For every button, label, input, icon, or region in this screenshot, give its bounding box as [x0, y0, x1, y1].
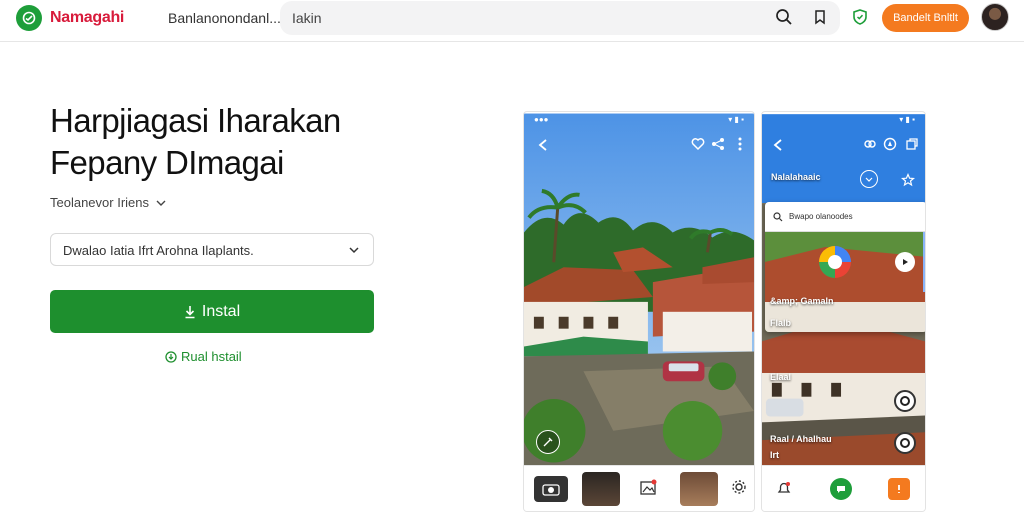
- compass-icon[interactable]: [882, 136, 898, 152]
- chevron-down-icon: [156, 200, 166, 206]
- notification-icon[interactable]: [774, 478, 794, 498]
- edit-icon[interactable]: [536, 430, 560, 454]
- circle-download-icon: [165, 350, 177, 363]
- camera-icon[interactable]: [534, 476, 568, 502]
- thumbnail-image[interactable]: [582, 472, 620, 506]
- scene-label-2: Flalb: [770, 318, 792, 328]
- settings-icon[interactable]: [730, 478, 748, 496]
- copy-icon[interactable]: [904, 136, 920, 152]
- app-header-title: Nalalahaaic: [771, 172, 821, 182]
- overlay-search-text: Bwapo olanoodes: [789, 212, 853, 221]
- top-bar: Namagahi Banlanonondanl... Iakin Bandelt…: [0, 0, 1024, 42]
- phone-bottom-nav: [524, 465, 754, 511]
- status-icons-right: ▾ ▮ ▪: [728, 115, 744, 124]
- phone-screenshot-1: ●●● ▾ ▮ ▪: [523, 111, 755, 512]
- phone-bottom-nav: [762, 465, 925, 511]
- search-input[interactable]: Iakin: [292, 10, 322, 26]
- location-icon[interactable]: [860, 170, 878, 188]
- app-logo-icon[interactable]: [16, 5, 42, 31]
- more-options-icon[interactable]: [734, 136, 746, 152]
- back-arrow-icon[interactable]: [770, 136, 786, 154]
- capture-button[interactable]: [894, 432, 916, 454]
- back-arrow-icon[interactable]: [534, 136, 552, 154]
- download-icon: [185, 305, 195, 318]
- status-icons-left: ●●●: [534, 115, 549, 124]
- chevron-down-icon: [349, 247, 359, 254]
- status-bar: ●●● ▾ ▮ ▪: [524, 112, 754, 128]
- profile-thumbnail[interactable]: [680, 472, 718, 506]
- title-line-1: Harpjiagasi Iharakan: [50, 102, 341, 139]
- scene-label-5: Irt: [770, 450, 779, 460]
- search-bar[interactable]: Iakin: [280, 1, 840, 35]
- village-photo: [524, 113, 754, 467]
- record-button[interactable]: [894, 390, 916, 412]
- nav-link[interactable]: Banlanonondanl...: [168, 10, 281, 26]
- user-avatar[interactable]: [981, 3, 1009, 31]
- bookmark-icon[interactable]: [810, 7, 830, 27]
- status-bar: ▾ ▮ ▪: [762, 112, 925, 128]
- install-button[interactable]: Instal: [50, 290, 374, 333]
- install-label: Instal: [201, 302, 241, 320]
- select-value: Dwalao Iatia Ifrt Arohna Ilaplants.: [63, 243, 254, 258]
- header-cta-button[interactable]: Bandelt Bnltlt: [882, 4, 969, 32]
- scene-label-3: Elaal: [770, 372, 792, 382]
- page-title: Harpjiagasi Iharakan Fepany DImagai: [50, 100, 341, 184]
- search-overlay-card[interactable]: Bwapo olanoodes: [765, 202, 925, 332]
- subtitle-text: Teolanevor Iriens: [50, 195, 149, 210]
- scrollbar[interactable]: [923, 232, 925, 292]
- overlay-search-field[interactable]: Bwapo olanoodes: [765, 202, 925, 232]
- search-icon[interactable]: [774, 7, 794, 27]
- alt-link-label: Rual hstail: [181, 349, 242, 364]
- status-icons-right: ▾ ▮ ▪: [899, 115, 915, 124]
- brand-name[interactable]: Namagahi: [50, 9, 124, 27]
- scene-label-1: &amp; Gamaln: [770, 296, 834, 306]
- phone-screenshot-2: ▾ ▮ ▪ Nalalahaaic Bwapo olanoodes &amp; …: [761, 111, 926, 512]
- alternate-install-link[interactable]: Rual hstail: [165, 349, 242, 364]
- subtitle-dropdown[interactable]: Teolanevor Iriens: [50, 195, 167, 210]
- gallery-icon[interactable]: [638, 478, 658, 498]
- title-line-2: Fepany DImagai: [50, 144, 284, 181]
- play-icon[interactable]: [895, 252, 915, 272]
- search-icon: [773, 212, 783, 222]
- shield-icon[interactable]: [850, 7, 870, 27]
- chat-icon[interactable]: [830, 478, 852, 500]
- star-icon[interactable]: [900, 172, 916, 188]
- share-icon[interactable]: [710, 136, 726, 152]
- favorite-icon[interactable]: [690, 136, 706, 152]
- link-icon[interactable]: [862, 136, 878, 152]
- scene-label-4: Raal / Ahalhau: [770, 434, 832, 444]
- alert-icon[interactable]: [888, 478, 910, 500]
- overlay-photo: [765, 232, 925, 332]
- option-select[interactable]: Dwalao Iatia Ifrt Arohna Ilaplants.: [50, 233, 374, 266]
